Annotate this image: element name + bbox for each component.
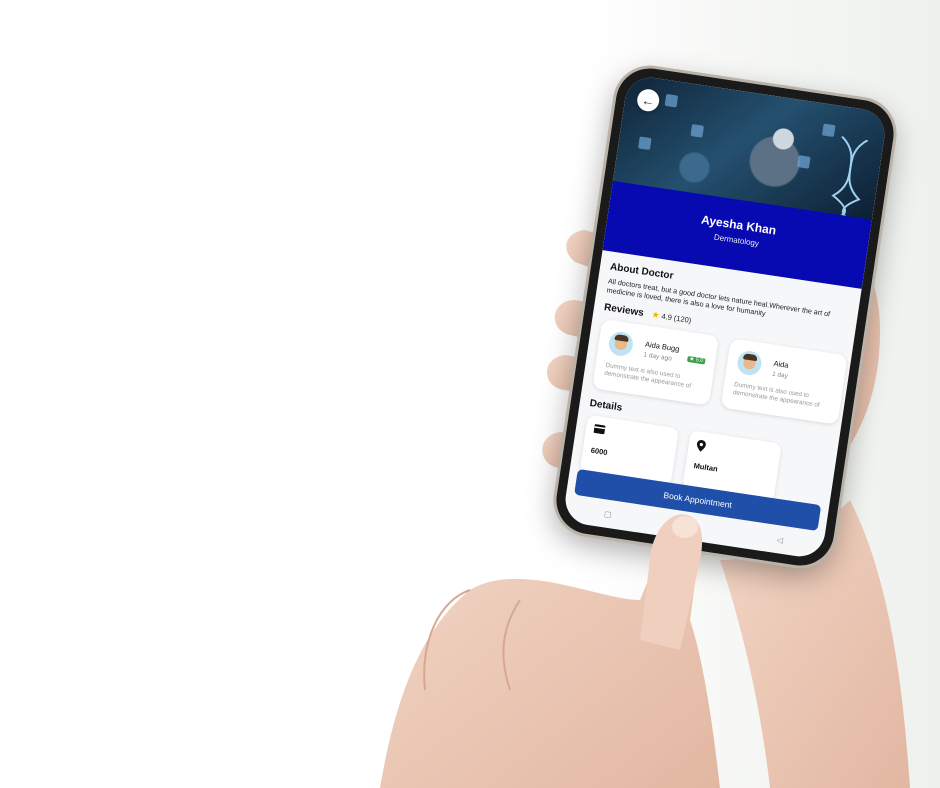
pointing-finger-illustration	[640, 514, 703, 650]
photo-scene: ← Ayesha Khan Dermatology About Doctor A…	[0, 0, 940, 788]
